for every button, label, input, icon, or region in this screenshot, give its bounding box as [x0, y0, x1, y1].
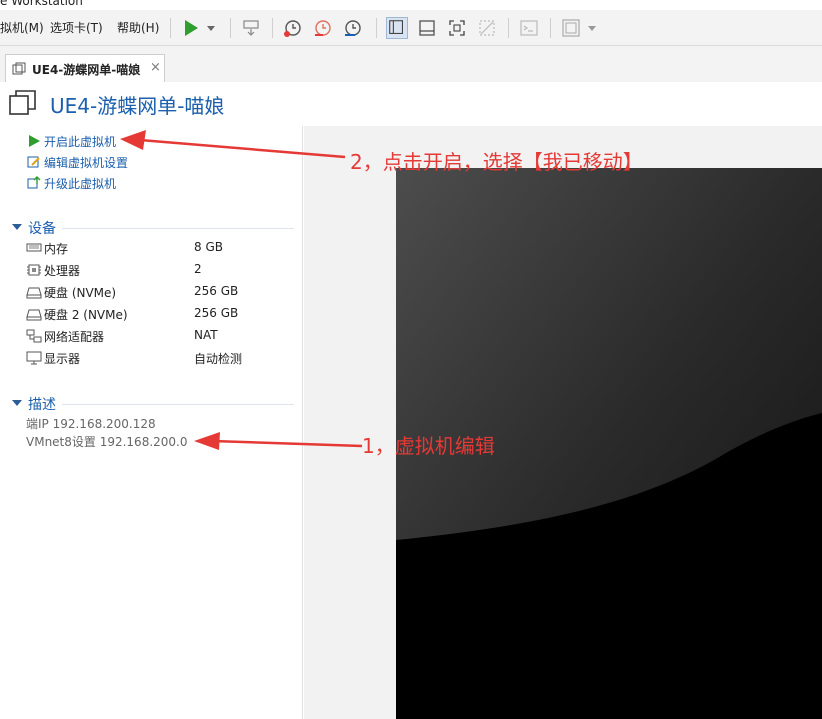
vm-title: UE4-游蝶网单-喵娘	[50, 94, 225, 118]
device-row-processor[interactable]: 处理器 2	[26, 262, 294, 278]
description-heading: 描述	[28, 397, 56, 413]
network-icon	[26, 329, 42, 343]
full-screen-button[interactable]	[446, 17, 468, 39]
toolbar-separator	[272, 18, 273, 38]
vm-icon	[12, 62, 26, 75]
toolbar-separator	[376, 18, 377, 38]
annotation-step-1: 1，虚拟机编辑	[362, 434, 495, 458]
edit-vm-settings-label: 编辑虚拟机设置	[44, 156, 129, 170]
library-view-button[interactable]	[386, 17, 408, 39]
vm-summary-panel: 开启此虚拟机 编辑虚拟机设置 升级此虚拟机 设备 内存 8 GB 处理器 2 硬…	[0, 126, 303, 719]
device-name: 内存	[44, 242, 69, 256]
toolbar-separator	[508, 18, 509, 38]
description-line[interactable]: 端IP 192.168.200.128	[26, 415, 156, 432]
console-button[interactable]	[518, 17, 540, 39]
menu-help[interactable]: 帮助(H)	[117, 19, 159, 36]
device-name: 硬盘 (NVMe)	[44, 286, 117, 300]
device-name: 处理器	[44, 264, 81, 278]
device-row-disk-2[interactable]: 硬盘 2 (NVMe) 256 GB	[26, 306, 294, 322]
upgrade-vm-label: 升级此虚拟机	[44, 177, 117, 191]
chevron-down-icon	[207, 26, 215, 31]
send-keys-button[interactable]	[240, 17, 262, 39]
stretch-dropdown-button[interactable]	[586, 17, 598, 39]
unity-icon	[479, 20, 495, 36]
close-icon[interactable]: ×	[150, 60, 161, 75]
full-screen-icon	[449, 20, 465, 36]
toolbar-separator	[230, 18, 231, 38]
thumbnail-bar-button[interactable]	[416, 17, 438, 39]
vm-header: UE4-游蝶网单-喵娘	[0, 82, 822, 126]
keyboard-send-icon	[243, 20, 259, 36]
snapshot-button[interactable]	[282, 17, 304, 39]
window-title-bar: e Workstation	[0, 0, 822, 10]
devices-heading: 设备	[28, 221, 56, 237]
stretch-guest-button[interactable]	[560, 17, 582, 39]
power-dropdown-button[interactable]	[204, 17, 218, 39]
edit-icon	[27, 156, 40, 168]
device-name: 网络适配器	[44, 330, 105, 344]
disk-icon	[26, 309, 42, 321]
snapshot-icon	[284, 20, 301, 37]
revert-snapshot-icon	[315, 20, 331, 36]
unity-button[interactable]	[476, 17, 498, 39]
bottom-panel-icon	[419, 20, 435, 36]
snapshot-manager-button[interactable]	[342, 17, 364, 39]
sidebar-layout-icon	[389, 20, 403, 34]
collapse-triangle-icon[interactable]	[12, 224, 22, 230]
upgrade-icon	[27, 176, 41, 189]
device-value: NAT	[194, 328, 218, 342]
window-title: e Workstation	[0, 0, 83, 8]
devices-section-header[interactable]: 设备	[12, 220, 294, 237]
device-value: 自动检测	[194, 352, 243, 366]
menu-tabs[interactable]: 选项卡(T)	[50, 19, 103, 36]
collapse-triangle-icon[interactable]	[12, 400, 22, 406]
tab-label: UE4-游蝶网单-喵娘	[32, 63, 141, 77]
vm-icon	[9, 90, 36, 115]
description-line[interactable]: VMnet8设置 192.168.200.0	[26, 433, 188, 450]
toolbar-separator	[170, 18, 171, 38]
device-value: 256 GB	[194, 284, 239, 298]
description-section-header[interactable]: 描述	[12, 396, 294, 413]
monitor-icon	[26, 351, 42, 365]
device-name: 硬盘 2 (NVMe)	[44, 308, 128, 322]
cpu-icon	[27, 264, 41, 276]
stretch-icon	[562, 19, 580, 37]
tab-vm[interactable]: UE4-游蝶网单-喵娘 ×	[5, 54, 165, 82]
divider	[62, 228, 294, 229]
divider	[62, 404, 294, 405]
tab-strip: UE4-游蝶网单-喵娘 ×	[0, 46, 822, 82]
device-name: 显示器	[44, 352, 81, 366]
play-icon	[29, 135, 40, 147]
device-row-memory[interactable]: 内存 8 GB	[26, 240, 294, 256]
memory-icon	[26, 243, 42, 252]
annotation-step-2: 2，点击开启，选择【我已移动】	[350, 150, 643, 174]
power-on-vm-label: 开启此虚拟机	[44, 135, 117, 149]
chevron-down-icon	[588, 26, 596, 31]
menu-vm[interactable]: 拟机(M)	[0, 19, 44, 36]
play-icon	[185, 20, 198, 36]
menu-toolbar: 拟机(M) 选项卡(T) 帮助(H)	[0, 10, 822, 46]
device-row-network[interactable]: 网络适配器 NAT	[26, 328, 294, 344]
vm-preview-area	[304, 126, 822, 719]
device-value: 256 GB	[194, 306, 239, 320]
snapshot-manager-icon	[345, 20, 361, 36]
power-on-button[interactable]	[180, 17, 202, 39]
device-value: 8 GB	[194, 240, 223, 254]
device-row-display[interactable]: 显示器 自动检测	[26, 350, 294, 366]
revert-snapshot-button[interactable]	[312, 17, 334, 39]
device-value: 2	[194, 262, 202, 276]
disk-icon	[26, 287, 42, 299]
console-icon	[520, 20, 538, 36]
device-row-disk[interactable]: 硬盘 (NVMe) 256 GB	[26, 284, 294, 300]
toolbar-separator	[550, 18, 551, 38]
